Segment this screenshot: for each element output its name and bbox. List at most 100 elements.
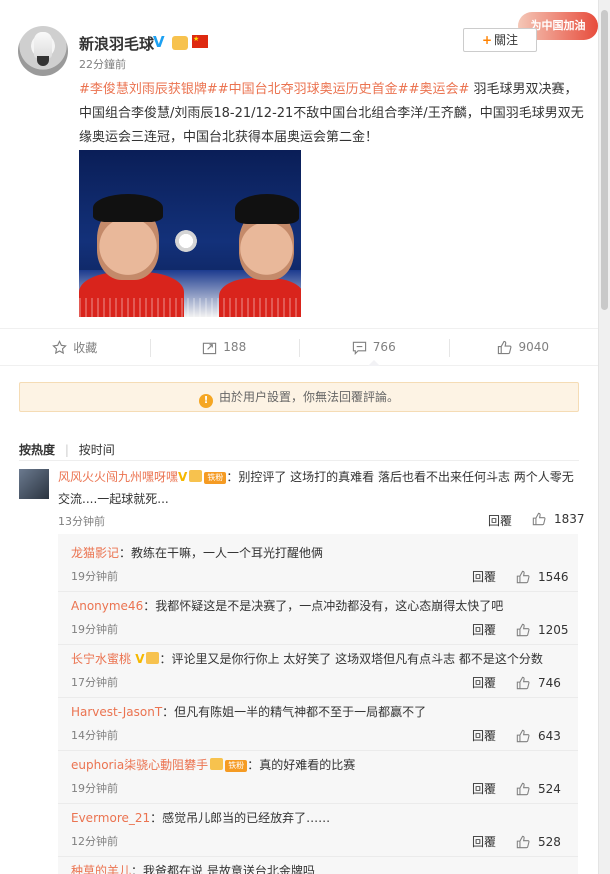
reply-user-name[interactable]: Evermore_21: [71, 811, 150, 825]
verified-icon: V: [153, 33, 165, 51]
weibo-post-card: 新浪羽毛球 V ★ 22分鐘前 为中国加油 + 關注 #李俊慧刘雨辰获银牌##中国…: [0, 0, 598, 874]
reply-like-count: 524: [538, 782, 561, 796]
post-action-bar: 收藏 188 766 9040: [0, 328, 598, 366]
comment-count: 766: [372, 340, 396, 354]
comment-user-name[interactable]: 风风火火闯九州嘿呀嘿: [58, 470, 178, 484]
thumbs-up-icon: [516, 782, 530, 796]
reply-item: Anonyme46：我都怀疑这是不是决赛了，一点冲劲都没有，这心态崩得太快了吧 …: [58, 592, 578, 645]
comment-like-button[interactable]: 1837: [532, 512, 585, 526]
reply-item: 长宁水蜜桃 V ：评论里又是你行你上 太好笑了 这场双塔但凡有点斗志 都不是这个分…: [58, 645, 578, 698]
vip-icon: V: [178, 470, 188, 484]
post-photo[interactable]: [79, 150, 301, 317]
reply-time: 19分钟前: [71, 782, 118, 795]
cheer-badge-icon: [172, 36, 188, 50]
reply-user-name[interactable]: Harvest-JasonT: [71, 705, 162, 719]
comment-time: 13分钟前: [58, 515, 105, 528]
repost-count: 188: [223, 340, 247, 354]
repost-button[interactable]: 188: [149, 329, 300, 365]
reply-like-button[interactable]: 524: [516, 778, 561, 800]
shuttlecock-icon: [34, 32, 52, 58]
main-comment-text: 风风火火闯九州嘿呀嘿V 铁粉 ：别控评了 这场打的真难看 落后也看不出来任何斗志 两…: [58, 466, 578, 510]
comment-like-count: 1837: [554, 512, 585, 526]
like-count: 9040: [518, 340, 550, 354]
reply-reply-button[interactable]: 回覆: [472, 566, 496, 588]
comment-avatar[interactable]: [19, 469, 49, 499]
reply-item: Evermore_21：感觉吊儿郎当的已经放弃了…… 12分钟前 回覆 528: [58, 804, 578, 857]
china-flag-icon: ★: [192, 35, 208, 48]
reply-time: 12分钟前: [71, 835, 118, 848]
reply-body: ：教练在干嘛，一人一个耳光打醒他俩: [119, 546, 324, 560]
reply-item: 种草的羊儿：我爸都在说 是故意送台北金牌吗: [58, 857, 578, 874]
reply-reply-button[interactable]: 回覆: [472, 725, 496, 747]
cheer-badge-icon: [189, 470, 203, 482]
reply-reply-button[interactable]: 回覆: [472, 831, 496, 853]
reply-time: 14分钟前: [71, 729, 118, 742]
reply-user-name[interactable]: euphoria柒骁心動阻礬手: [71, 758, 208, 772]
notice-text: 由於用户設置，你無法回覆評論。: [218, 390, 399, 404]
user-avatar[interactable]: [18, 26, 68, 76]
favorite-button[interactable]: 收藏: [0, 329, 150, 365]
reply-body: ：感觉吊儿郎当的已经放弃了……: [150, 811, 331, 825]
reply-like-count: 1205: [538, 623, 569, 637]
shuttlecock-icon: [175, 230, 197, 252]
comment-sort-tabs: 按热度 | 按时间: [19, 443, 115, 457]
thumbs-up-icon: [516, 729, 530, 743]
thumbs-up-icon: [498, 340, 512, 354]
reply-time: 17分钟前: [71, 676, 118, 689]
reply-reply-button[interactable]: 回覆: [472, 778, 496, 800]
plus-icon: +: [481, 33, 493, 47]
warning-icon: !: [198, 394, 213, 408]
post-time[interactable]: 22分鐘前: [79, 56, 126, 72]
reply-user-name[interactable]: 长宁水蜜桃: [71, 652, 131, 666]
fan-badge: 铁粉: [204, 472, 227, 484]
reply-like-count: 643: [538, 729, 561, 743]
comment-reply-button[interactable]: 回覆: [488, 512, 512, 529]
thumbs-up-icon: [516, 835, 530, 849]
vip-icon: V: [131, 652, 145, 666]
tab-sort-by-time[interactable]: 按时间: [79, 443, 115, 457]
repost-icon: [203, 342, 217, 354]
reply-like-button[interactable]: 1205: [516, 619, 569, 641]
like-button[interactable]: 9040: [448, 329, 599, 365]
scrollbar-thumb[interactable]: [601, 10, 608, 310]
reply-item: Harvest-JasonT：但凡有陈姐一半的精气神都不至于一局都赢不了 14分…: [58, 698, 578, 751]
cheer-badge-icon: [210, 758, 224, 770]
thumbs-up-icon: [516, 570, 530, 584]
follow-button[interactable]: + 關注: [463, 28, 537, 52]
reply-user-name[interactable]: 龙猫影记: [71, 546, 119, 560]
reply-body: ：我都怀疑这是不是决赛了，一点冲劲都没有，这心态崩得太快了吧: [143, 599, 504, 613]
favorite-label: 收藏: [73, 340, 98, 355]
cheer-badge-icon: [146, 652, 160, 664]
reply-like-button[interactable]: 1546: [516, 566, 569, 588]
tab-sort-by-hot[interactable]: 按热度: [19, 443, 55, 457]
reply-like-button[interactable]: 746: [516, 672, 561, 694]
reply-user-name[interactable]: 种草的羊儿: [71, 864, 131, 874]
reply-reply-button[interactable]: 回覆: [472, 619, 496, 641]
reply-list: 龙猫影记：教练在干嘛，一人一个耳光打醒他俩 19分钟前 回覆 1546 Anon…: [58, 534, 578, 874]
comment-icon: [352, 341, 366, 355]
post-content: #李俊慧刘雨辰获银牌##中国台北夺羽球奥运历史首金##奥运会# 羽毛球男双决赛，…: [79, 78, 585, 150]
reply-time: 19分钟前: [71, 623, 118, 636]
thumbs-up-icon: [516, 623, 530, 637]
follow-label: 關注: [494, 33, 519, 47]
reply-like-button[interactable]: 528: [516, 831, 561, 853]
comment-button[interactable]: 766: [299, 329, 449, 366]
post-user-name[interactable]: 新浪羽毛球: [79, 33, 154, 54]
reply-restriction-notice: ! 由於用户設置，你無法回覆評論。: [19, 382, 579, 412]
page-scrollbar[interactable]: [598, 0, 610, 874]
reply-reply-button[interactable]: 回覆: [472, 672, 496, 694]
reply-time: 19分钟前: [71, 570, 118, 583]
reply-body: ：但凡有陈姐一半的精气神都不至于一局都赢不了: [162, 705, 427, 719]
reply-like-count: 746: [538, 676, 561, 690]
reply-like-count: 528: [538, 835, 561, 849]
thumbs-up-icon: [532, 512, 546, 526]
reply-body: ：我爸都在说 是故意送台北金牌吗: [131, 864, 315, 874]
comment-section: ! 由於用户設置，你無法回覆評論。 按热度 | 按时间 风风火火闯九州嘿呀嘿V 铁粉…: [0, 366, 598, 874]
post-hashtags[interactable]: #李俊慧刘雨辰获银牌##中国台北夺羽球奥运历史首金##奥运会#: [79, 82, 469, 97]
reply-like-button[interactable]: 643: [516, 725, 561, 747]
fan-badge: 铁粉: [225, 760, 248, 772]
reply-body: ：真的好难看的比赛: [247, 758, 356, 772]
reply-like-count: 1546: [538, 570, 569, 584]
reply-item: euphoria柒骁心動阻礬手 铁粉 ：真的好难看的比赛 19分钟前 回覆 524: [58, 751, 578, 804]
reply-user-name[interactable]: Anonyme46: [71, 599, 143, 613]
